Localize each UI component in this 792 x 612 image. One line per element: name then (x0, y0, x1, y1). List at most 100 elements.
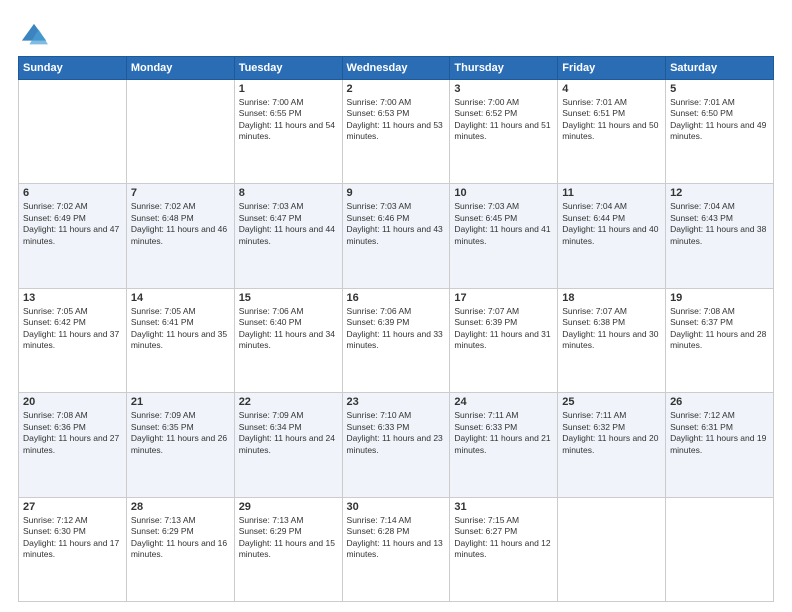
day-info: Sunrise: 7:05 AM Sunset: 6:41 PM Dayligh… (131, 306, 230, 352)
day-info: Sunrise: 7:10 AM Sunset: 6:33 PM Dayligh… (347, 410, 446, 456)
calendar-week-row: 27 Sunrise: 7:12 AM Sunset: 6:30 PM Dayli… (19, 497, 774, 601)
day-info: Sunrise: 7:01 AM Sunset: 6:50 PM Dayligh… (670, 97, 769, 143)
calendar-week-row: 20 Sunrise: 7:08 AM Sunset: 6:36 PM Dayli… (19, 393, 774, 497)
logo (18, 22, 48, 48)
weekday-header-saturday: Saturday (666, 57, 774, 80)
calendar-cell: 19Sunrise: 7:08 AM Sunset: 6:37 PM Dayli… (666, 288, 774, 392)
day-number: 16 (347, 292, 446, 304)
calendar-cell: 10 Sunrise: 7:03 AM Sunset: 6:45 PM Dayli… (450, 184, 558, 288)
day-number: 13 (23, 292, 122, 304)
day-number: 10 (454, 187, 553, 199)
calendar-table: SundayMondayTuesdayWednesdayThursdayFrid… (18, 56, 774, 602)
day-info: Sunrise: 7:06 AM Sunset: 6:39 PM Dayligh… (347, 306, 446, 352)
day-info: Sunrise: 7:11 AM Sunset: 6:33 PM Dayligh… (454, 410, 553, 456)
day-number: 2 (347, 83, 446, 95)
day-info: Sunrise: 7:04 AM Sunset: 6:43 PM Dayligh… (670, 201, 769, 247)
weekday-header-friday: Friday (558, 57, 666, 80)
page: SundayMondayTuesdayWednesdayThursdayFrid… (0, 0, 792, 612)
calendar-cell: 15 Sunrise: 7:06 AM Sunset: 6:40 PM Dayli… (234, 288, 342, 392)
calendar-cell (558, 497, 666, 601)
calendar-cell (126, 80, 234, 184)
calendar-cell: 24Sunrise: 7:11 AM Sunset: 6:33 PM Dayli… (450, 393, 558, 497)
calendar-cell: 7 Sunrise: 7:02 AM Sunset: 6:48 PM Daylig… (126, 184, 234, 288)
calendar-cell: 17 Sunrise: 7:07 AM Sunset: 6:39 PM Dayli… (450, 288, 558, 392)
day-info: Sunrise: 7:06 AM Sunset: 6:40 PM Dayligh… (239, 306, 338, 352)
day-info: Sunrise: 7:15 AM Sunset: 6:27 PM Dayligh… (454, 515, 553, 561)
calendar-cell: 18 Sunrise: 7:07 AM Sunset: 6:38 PM Dayli… (558, 288, 666, 392)
calendar-cell: 31 Sunrise: 7:15 AM Sunset: 6:27 PM Dayli… (450, 497, 558, 601)
day-number: 22 (239, 396, 338, 408)
day-number: 7 (131, 187, 230, 199)
day-number: 1 (239, 83, 338, 95)
day-number: 6 (23, 187, 122, 199)
day-number: 27 (23, 501, 122, 513)
day-number: 30 (347, 501, 446, 513)
header (18, 18, 774, 48)
calendar-cell: 3 Sunrise: 7:00 AM Sunset: 6:52 PM Daylig… (450, 80, 558, 184)
logo-icon (20, 22, 48, 50)
day-number: 18 (562, 292, 661, 304)
day-number: 5 (670, 83, 769, 95)
day-info: Sunrise: 7:13 AM Sunset: 6:29 PM Dayligh… (131, 515, 230, 561)
calendar-cell: 26 Sunrise: 7:12 AM Sunset: 6:31 PM Dayli… (666, 393, 774, 497)
day-number: 11 (562, 187, 661, 199)
calendar-week-row: 1 Sunrise: 7:00 AM Sunset: 6:55 PM Daylig… (19, 80, 774, 184)
day-info: Sunrise: 7:02 AM Sunset: 6:48 PM Dayligh… (131, 201, 230, 247)
calendar-cell: 13 Sunrise: 7:05 AM Sunset: 6:42 PM Dayli… (19, 288, 127, 392)
day-number: 21 (131, 396, 230, 408)
day-info: Sunrise: 7:07 AM Sunset: 6:39 PM Dayligh… (454, 306, 553, 352)
day-number: 8 (239, 187, 338, 199)
day-info: Sunrise: 7:02 AM Sunset: 6:49 PM Dayligh… (23, 201, 122, 247)
day-info: Sunrise: 7:08 AM Sunset: 6:36 PM Dayligh… (23, 410, 122, 456)
day-number: 29 (239, 501, 338, 513)
calendar-cell: 4Sunrise: 7:01 AM Sunset: 6:51 PM Daylig… (558, 80, 666, 184)
calendar-cell: 22Sunrise: 7:09 AM Sunset: 6:34 PM Dayli… (234, 393, 342, 497)
day-info: Sunrise: 7:12 AM Sunset: 6:30 PM Dayligh… (23, 515, 122, 561)
weekday-header-tuesday: Tuesday (234, 57, 342, 80)
calendar-cell: 9Sunrise: 7:03 AM Sunset: 6:46 PM Daylig… (342, 184, 450, 288)
day-info: Sunrise: 7:03 AM Sunset: 6:45 PM Dayligh… (454, 201, 553, 247)
day-number: 23 (347, 396, 446, 408)
day-number: 26 (670, 396, 769, 408)
day-number: 31 (454, 501, 553, 513)
calendar-cell (666, 497, 774, 601)
day-number: 4 (562, 83, 661, 95)
day-info: Sunrise: 7:13 AM Sunset: 6:29 PM Dayligh… (239, 515, 338, 561)
calendar-cell: 27 Sunrise: 7:12 AM Sunset: 6:30 PM Dayli… (19, 497, 127, 601)
calendar-cell: 16 Sunrise: 7:06 AM Sunset: 6:39 PM Dayli… (342, 288, 450, 392)
calendar-cell: 5 Sunrise: 7:01 AM Sunset: 6:50 PM Daylig… (666, 80, 774, 184)
day-number: 25 (562, 396, 661, 408)
day-number: 15 (239, 292, 338, 304)
day-number: 28 (131, 501, 230, 513)
calendar-week-row: 6 Sunrise: 7:02 AM Sunset: 6:49 PM Daylig… (19, 184, 774, 288)
calendar-cell: 20 Sunrise: 7:08 AM Sunset: 6:36 PM Dayli… (19, 393, 127, 497)
calendar-cell: 25Sunrise: 7:11 AM Sunset: 6:32 PM Dayli… (558, 393, 666, 497)
calendar-cell: 21Sunrise: 7:09 AM Sunset: 6:35 PM Dayli… (126, 393, 234, 497)
calendar-cell (19, 80, 127, 184)
weekday-header-thursday: Thursday (450, 57, 558, 80)
day-number: 3 (454, 83, 553, 95)
day-info: Sunrise: 7:03 AM Sunset: 6:47 PM Dayligh… (239, 201, 338, 247)
day-info: Sunrise: 7:00 AM Sunset: 6:52 PM Dayligh… (454, 97, 553, 143)
day-info: Sunrise: 7:07 AM Sunset: 6:38 PM Dayligh… (562, 306, 661, 352)
calendar-cell: 8 Sunrise: 7:03 AM Sunset: 6:47 PM Daylig… (234, 184, 342, 288)
weekday-header-wednesday: Wednesday (342, 57, 450, 80)
day-info: Sunrise: 7:00 AM Sunset: 6:55 PM Dayligh… (239, 97, 338, 143)
day-number: 14 (131, 292, 230, 304)
day-info: Sunrise: 7:14 AM Sunset: 6:28 PM Dayligh… (347, 515, 446, 561)
weekday-header-row: SundayMondayTuesdayWednesdayThursdayFrid… (19, 57, 774, 80)
calendar-cell: 28 Sunrise: 7:13 AM Sunset: 6:29 PM Dayli… (126, 497, 234, 601)
day-number: 17 (454, 292, 553, 304)
calendar-cell: 1 Sunrise: 7:00 AM Sunset: 6:55 PM Daylig… (234, 80, 342, 184)
calendar-week-row: 13 Sunrise: 7:05 AM Sunset: 6:42 PM Dayli… (19, 288, 774, 392)
day-info: Sunrise: 7:05 AM Sunset: 6:42 PM Dayligh… (23, 306, 122, 352)
weekday-header-sunday: Sunday (19, 57, 127, 80)
calendar-cell: 14 Sunrise: 7:05 AM Sunset: 6:41 PM Dayli… (126, 288, 234, 392)
day-number: 9 (347, 187, 446, 199)
calendar-cell: 2Sunrise: 7:00 AM Sunset: 6:53 PM Daylig… (342, 80, 450, 184)
day-number: 20 (23, 396, 122, 408)
calendar-cell: 23 Sunrise: 7:10 AM Sunset: 6:33 PM Dayli… (342, 393, 450, 497)
calendar-cell: 30 Sunrise: 7:14 AM Sunset: 6:28 PM Dayli… (342, 497, 450, 601)
day-info: Sunrise: 7:12 AM Sunset: 6:31 PM Dayligh… (670, 410, 769, 456)
calendar-cell: 29 Sunrise: 7:13 AM Sunset: 6:29 PM Dayli… (234, 497, 342, 601)
